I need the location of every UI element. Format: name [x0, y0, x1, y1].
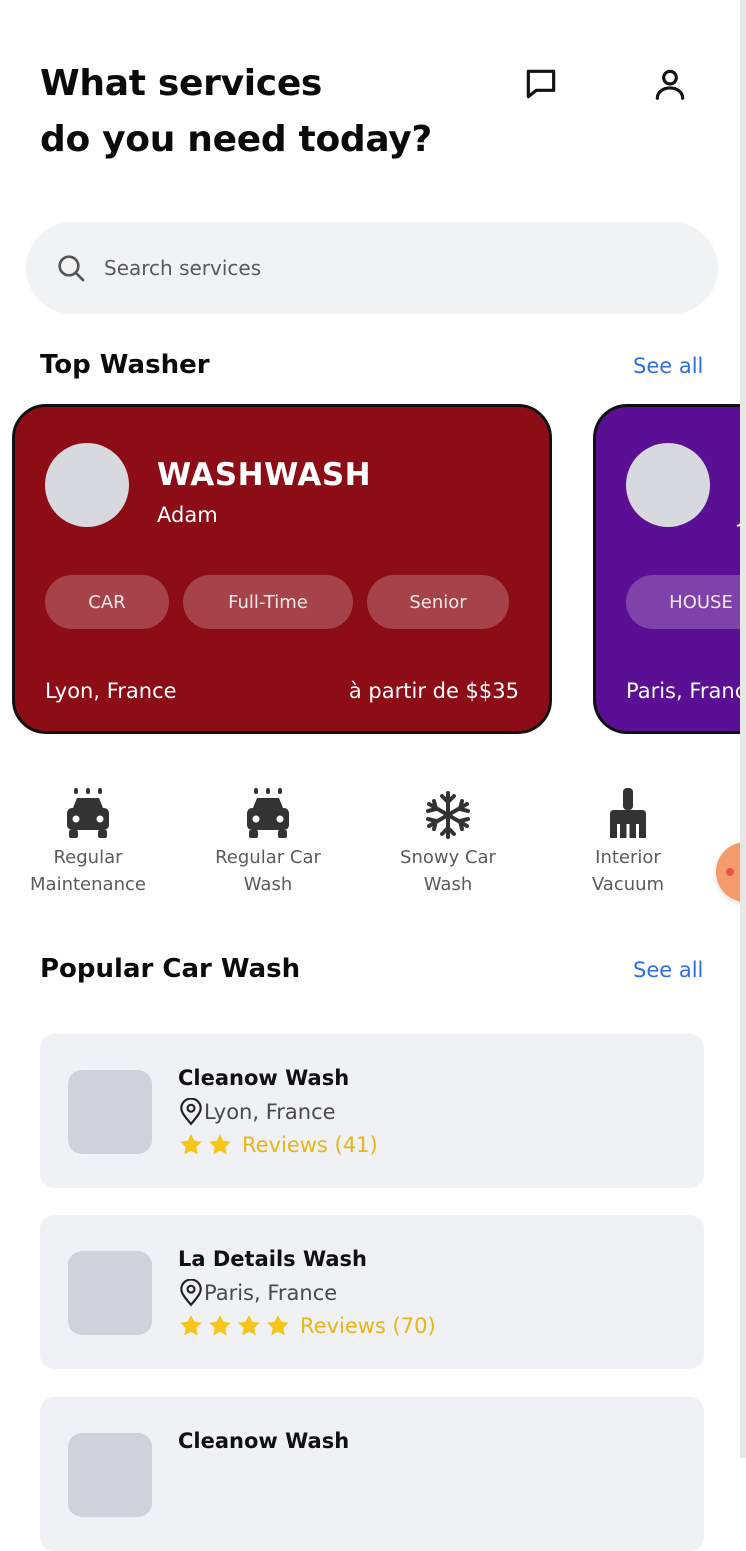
star-icon: [209, 1314, 231, 1336]
location-pin-icon: [180, 1279, 202, 1307]
car-wash-location: Paris, France: [178, 1279, 337, 1307]
page-title-line-1: What services: [40, 63, 323, 104]
location-pin-icon: [180, 1098, 202, 1126]
chat-icon: [526, 69, 556, 99]
search-input[interactable]: [102, 255, 666, 281]
avatar: [45, 443, 129, 527]
brush-icon: [602, 786, 654, 842]
car-wash-name: Cleanow Wash: [178, 1066, 350, 1090]
car-wash-list-item[interactable]: Cleanow Wash: [40, 1397, 704, 1551]
chat-button[interactable]: [521, 64, 561, 104]
star-rating: [178, 1313, 294, 1339]
washer-name: WASHWASH: [157, 457, 372, 493]
tag-chip: Senior: [367, 575, 509, 629]
star-icon: [209, 1133, 231, 1155]
search-icon: [54, 251, 88, 285]
washer-price: à partir de $$35: [348, 679, 519, 703]
washer-card[interactable]: F J HOUSE Paris, Franc: [593, 404, 746, 734]
tag-chip: HOUSE: [626, 575, 746, 629]
page-title-line-2: do you need today?: [40, 119, 433, 160]
reviews-count: Reviews (41): [242, 1133, 378, 1157]
car-wash-location: Lyon, France: [178, 1098, 336, 1126]
star-icon: [180, 1314, 202, 1336]
top-washer-see-all-link[interactable]: See all: [633, 354, 703, 378]
user-icon: [655, 69, 685, 100]
car-wash-name: Cleanow Wash: [178, 1429, 350, 1453]
washer-location: Paris, Franc: [626, 679, 746, 703]
washer-location: Lyon, France: [45, 679, 177, 703]
star-icon: [238, 1314, 260, 1336]
car-wash-name: La Details Wash: [178, 1247, 367, 1271]
category-label: Snowy Car Wash: [400, 847, 496, 895]
page-title: What services do you need today?: [40, 56, 500, 168]
scrollbar[interactable]: [740, 0, 746, 1458]
category-interior-vacuum[interactable]: Interior Vacuum: [553, 786, 703, 898]
car-wash-list-item[interactable]: Cleanow Wash Lyon, France Reviews (41): [40, 1034, 704, 1188]
star-icon: [180, 1133, 202, 1155]
tag-chip: CAR: [45, 575, 169, 629]
washer-card[interactable]: WASHWASH Adam CAR Full-Time Senior Lyon,…: [12, 404, 552, 734]
popular-see-all-link[interactable]: See all: [633, 958, 703, 982]
category-label: Regular Car Wash: [215, 847, 321, 895]
car-wash-list-item[interactable]: La Details Wash Paris, France Reviews (7…: [40, 1215, 704, 1369]
car-wash-thumbnail: [68, 1070, 152, 1154]
washer-owner: Adam: [157, 503, 218, 527]
car-wash-icon: [242, 786, 294, 842]
profile-button[interactable]: [650, 64, 690, 104]
category-regular-car-wash[interactable]: Regular Car Wash: [193, 786, 343, 898]
search-bar[interactable]: [26, 222, 718, 314]
reviews-count: Reviews (70): [300, 1314, 436, 1338]
car-wash-rating: Reviews (70): [178, 1313, 436, 1339]
tag-chip: Full-Time: [183, 575, 353, 629]
star-icon: [267, 1314, 289, 1336]
car-wash-thumbnail: [68, 1251, 152, 1335]
category-label: Regular Maintenance: [30, 847, 146, 895]
snowflake-icon: [422, 786, 474, 842]
car-wash-icon: [62, 786, 114, 842]
top-washer-title: Top Washer: [40, 350, 210, 380]
category-label: Interior Vacuum: [591, 847, 665, 895]
category-regular-maintenance[interactable]: Regular Maintenance: [13, 786, 163, 898]
car-wash-thumbnail: [68, 1433, 152, 1517]
avatar: [626, 443, 710, 527]
car-wash-rating: Reviews (41): [178, 1132, 378, 1158]
star-rating: [178, 1132, 236, 1158]
popular-car-wash-title: Popular Car Wash: [40, 954, 301, 984]
category-snowy-car-wash[interactable]: Snowy Car Wash: [373, 786, 523, 898]
